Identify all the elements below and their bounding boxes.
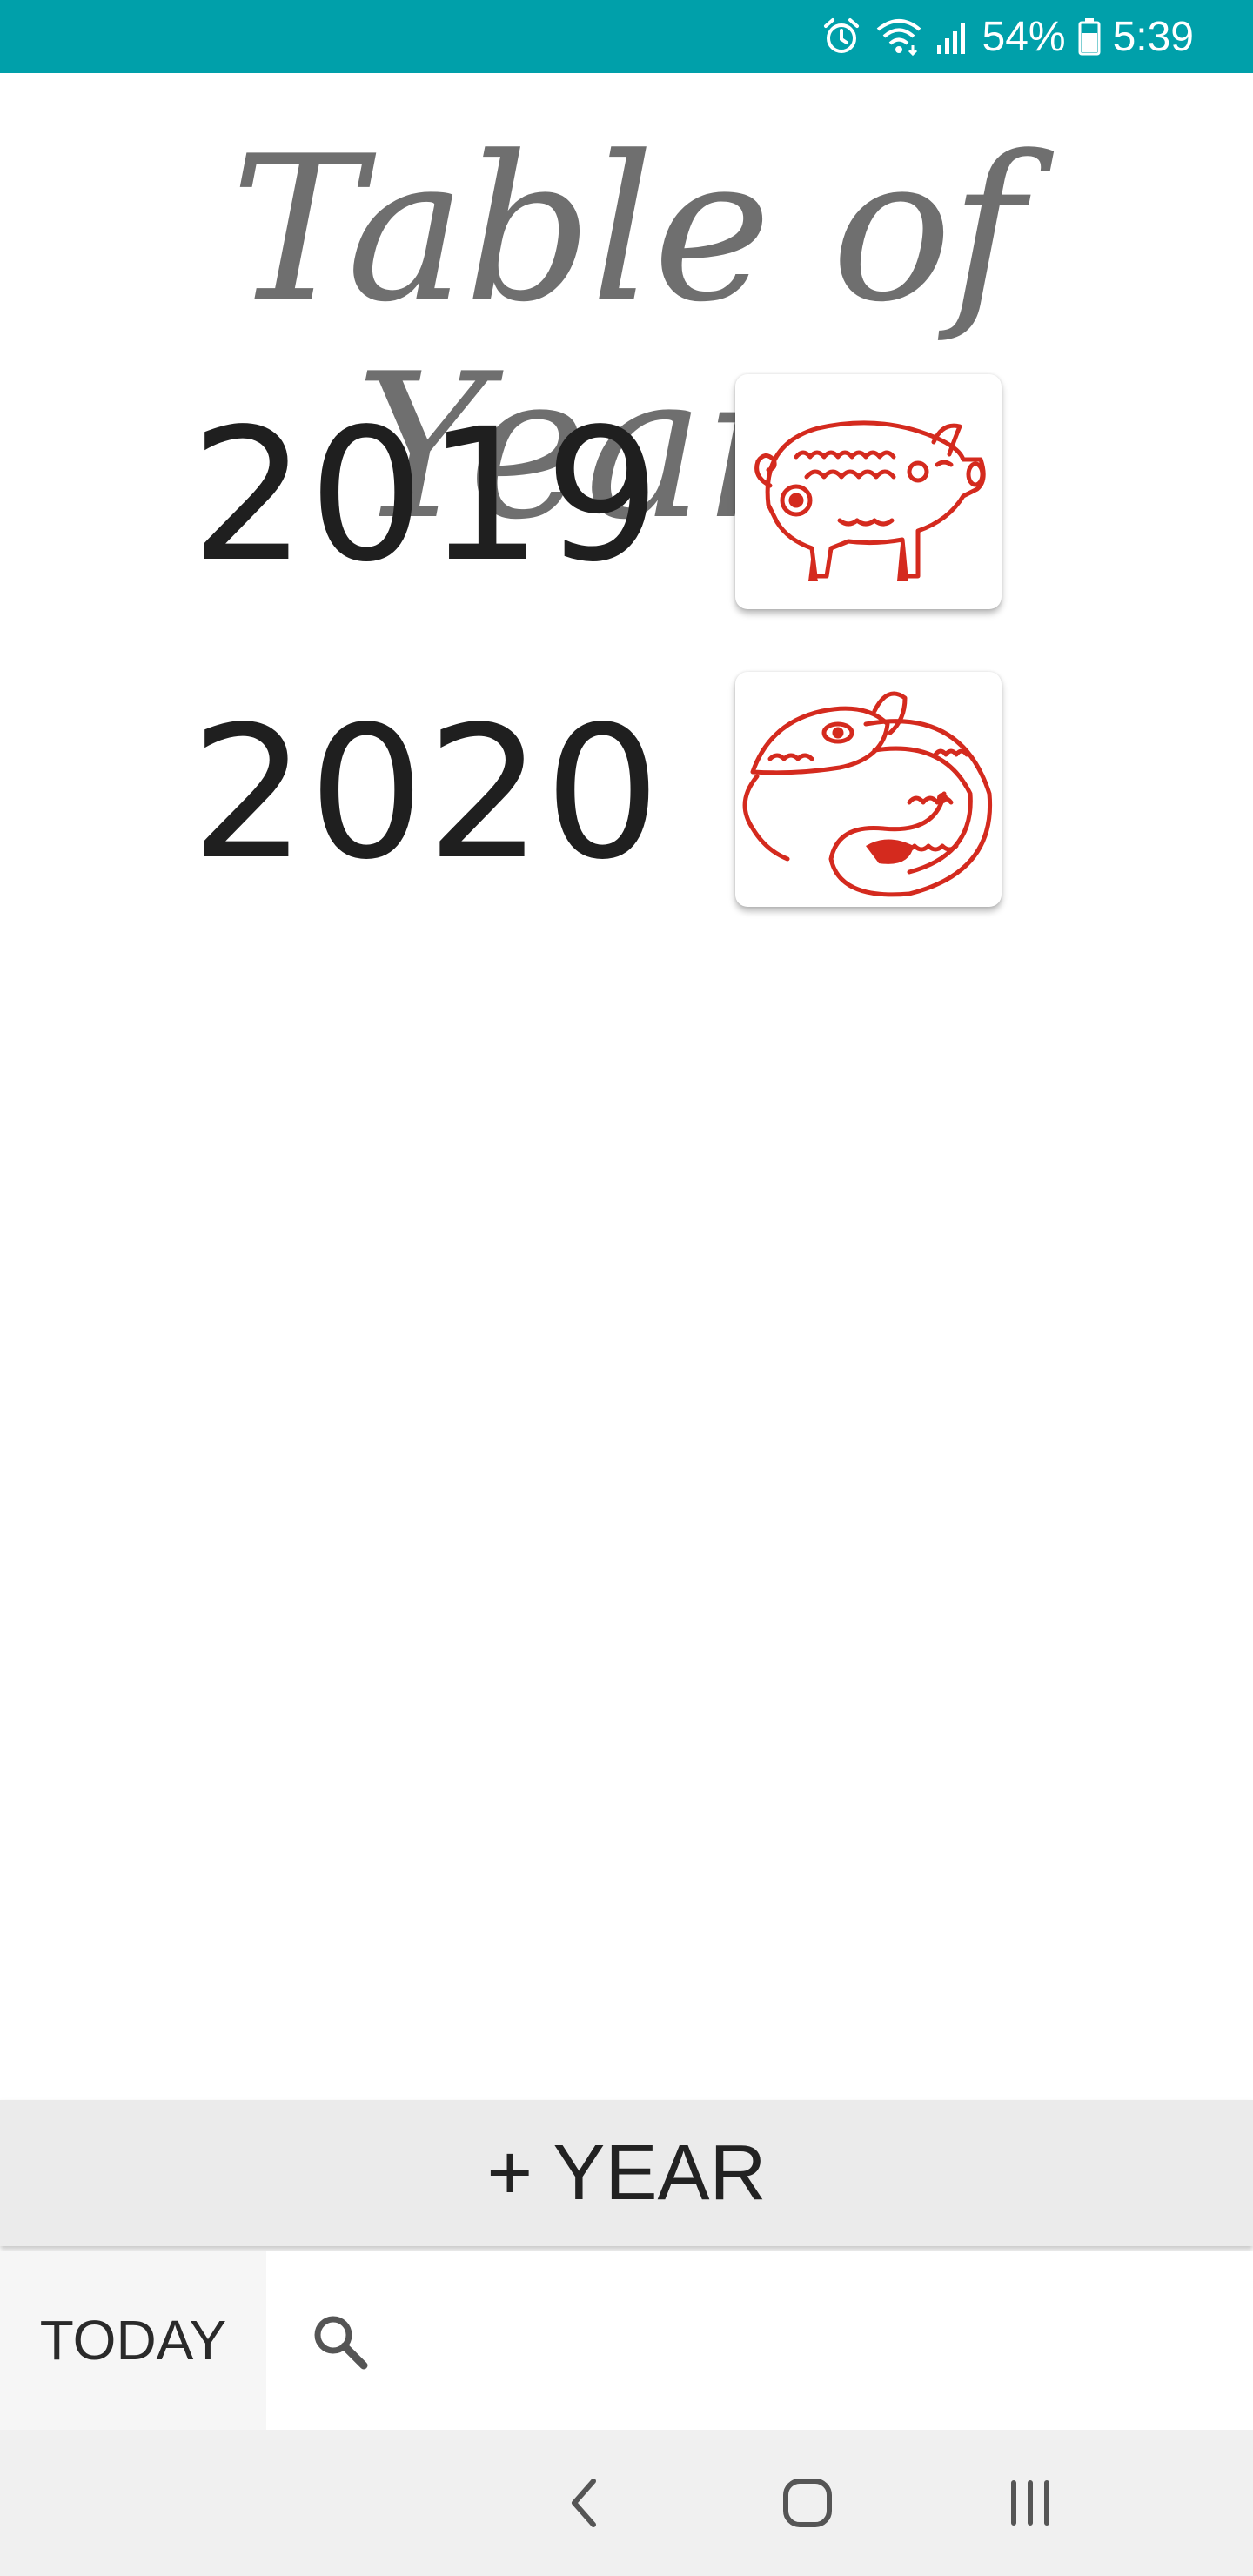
- search-field[interactable]: [266, 2251, 1253, 2430]
- search-icon[interactable]: [310, 2311, 371, 2376]
- year-row[interactable]: 2019: [0, 374, 1253, 618]
- signal-icon: [935, 17, 970, 56]
- year-label: 2019: [190, 389, 663, 602]
- year-zodiac-card[interactable]: [735, 374, 1002, 609]
- system-nav-bar: [0, 2430, 1253, 2576]
- back-chevron-icon[interactable]: [550, 2468, 620, 2538]
- battery-percent: 54%: [982, 13, 1066, 60]
- year-label: 2020: [190, 687, 663, 900]
- add-year-button[interactable]: + YEAR: [0, 2100, 1253, 2246]
- pig-papercut-icon: [754, 420, 986, 581]
- recents-icon[interactable]: [995, 2468, 1065, 2538]
- alarm-icon: [821, 16, 862, 57]
- app-screen: 54% 5:39 Table of Years 2019 2020 + YEAR…: [0, 0, 1253, 2576]
- wifi-icon: [874, 16, 923, 57]
- year-row[interactable]: 2020: [0, 672, 1253, 916]
- status-icons: 54% 5:39: [821, 0, 1194, 73]
- today-button[interactable]: TODAY: [0, 2251, 266, 2430]
- home-icon[interactable]: [773, 2468, 842, 2538]
- rat-papercut-icon: [742, 691, 993, 897]
- status-bar: 54% 5:39: [0, 0, 1253, 73]
- battery-icon: [1078, 17, 1101, 56]
- bottom-toolbar: TODAY: [0, 2251, 1253, 2430]
- clock-time: 5:39: [1112, 13, 1194, 60]
- year-zodiac-card[interactable]: [735, 672, 1002, 907]
